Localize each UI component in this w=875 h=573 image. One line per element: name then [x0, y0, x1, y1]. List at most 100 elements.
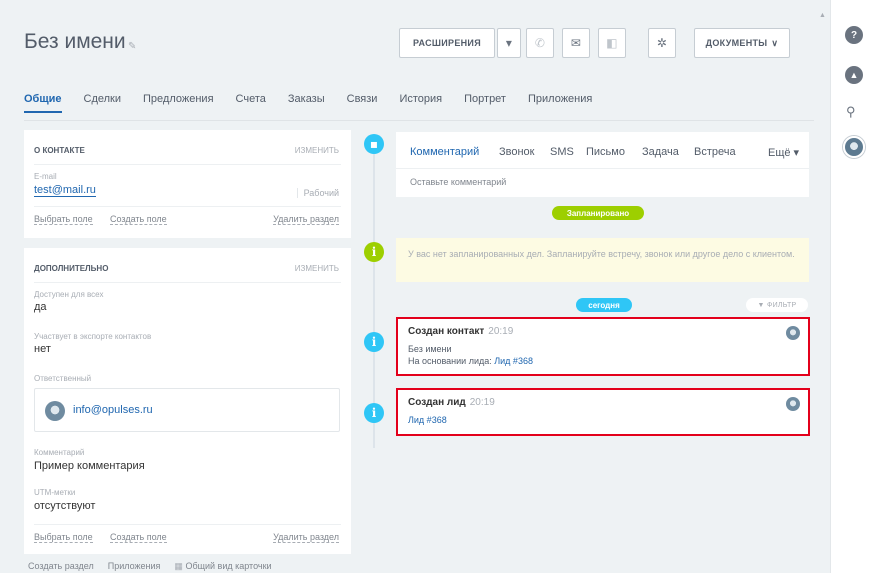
field-value: Пример комментария — [34, 460, 145, 472]
divider — [34, 164, 341, 165]
extensions-button[interactable]: РАСШИРЕНИЯ — [399, 28, 495, 58]
contact-section: О КОНТАКТЕ изменить E-mail test@mail.ru … — [24, 130, 351, 238]
comment-bubble-icon: ▪ — [364, 134, 384, 154]
help-icon[interactable]: ? — [845, 26, 863, 44]
field-label: Ответственный — [34, 374, 92, 383]
create-section-link[interactable]: Создать раздел — [28, 561, 94, 572]
divider — [34, 206, 341, 207]
user-avatar[interactable] — [843, 136, 865, 158]
filter-button[interactable]: ▼ ФИЛЬТР — [746, 298, 808, 312]
event-title-text: Создан контакт — [408, 326, 485, 337]
field-label: E-mail — [34, 172, 57, 181]
responsible-email[interactable]: info@opulses.ru — [73, 404, 153, 416]
edit-section-link[interactable]: изменить — [295, 264, 339, 273]
user-avatar[interactable] — [786, 397, 800, 411]
main-tabs: Общие Сделки Предложения Счета Заказы Св… — [24, 93, 614, 113]
user-avatar — [45, 401, 65, 421]
empty-planned-note: У вас нет запланированных дел. Запланиру… — [396, 238, 809, 282]
page-title[interactable]: Без имени — [24, 30, 126, 54]
tab-history[interactable]: История — [399, 93, 442, 113]
responsible-user[interactable]: info@opulses.ru — [34, 388, 340, 432]
field-value: отсутствуют — [34, 500, 96, 512]
field-label: Участвует в экспорте контактов — [34, 332, 152, 341]
section-heading: О КОНТАКТЕ — [34, 146, 85, 155]
call-button[interactable]: ✆ — [526, 28, 554, 58]
composer-tab-sms[interactable]: SMS — [550, 146, 574, 158]
tab-portrait[interactable]: Портрет — [464, 93, 506, 113]
settings-button[interactable]: ✲ — [648, 28, 676, 58]
crm-card: Без имени ✎ РАСШИРЕНИЯ ▾ ✆ ✉ ◧ ✲ ДОКУМЕН… — [6, 8, 816, 573]
extensions-label: РАСШИРЕНИЯ — [413, 38, 481, 48]
chevron-down-icon: ∨ — [771, 37, 779, 48]
planned-pill: Запланировано — [552, 206, 644, 220]
event-title-text: Создан лид — [408, 397, 466, 408]
event-title: Создан лид 20:19 — [408, 397, 495, 408]
bell-icon[interactable]: ▲ — [845, 66, 863, 84]
scroll-up-arrow[interactable]: ▲ — [819, 12, 826, 19]
card-view-icon: ▦ — [174, 561, 186, 571]
event-line: Без имени — [408, 344, 452, 354]
timeline-event-lead-created: Создан лид 20:19 Лид #368 — [396, 388, 810, 436]
info-icon: i — [364, 332, 384, 352]
field-label: Доступен для всех — [34, 290, 104, 299]
event-source-label: На основании лида: — [408, 356, 492, 366]
select-field-link[interactable]: Выбрать поле — [34, 532, 93, 543]
field-label: Комментарий — [34, 448, 85, 457]
event-time: 20:19 — [488, 326, 514, 337]
lead-link[interactable]: Лид #368 — [494, 356, 533, 366]
composer-tab-email[interactable]: Письмо — [586, 146, 625, 158]
extensions-dropdown-button[interactable]: ▾ — [497, 28, 521, 58]
info-icon: i — [364, 242, 384, 262]
composer-tab-comment[interactable]: Комментарий — [410, 146, 479, 158]
composer-tab-call[interactable]: Звонок — [499, 146, 535, 158]
event-line: Лид #368 — [408, 415, 447, 425]
field-value: да — [34, 301, 47, 313]
user-avatar[interactable] — [786, 326, 800, 340]
event-line: На основании лида: Лид #368 — [408, 356, 533, 366]
composer-more-menu[interactable]: Ещё ▾ — [768, 146, 799, 159]
tab-orders[interactable]: Заказы — [288, 93, 325, 113]
activity-composer: Комментарий Звонок SMS Письмо Задача Вст… — [396, 132, 809, 197]
comment-input[interactable]: Оставьте комментарий — [410, 177, 506, 187]
divider — [34, 282, 341, 283]
card-footer: Создать раздел Приложения ▦ Общий вид ка… — [28, 561, 272, 572]
search-icon[interactable]: ⚲ — [846, 104, 856, 120]
delete-section-link[interactable]: Удалить раздел — [273, 532, 339, 543]
chevron-down-icon: ▾ — [505, 36, 513, 50]
tab-apps[interactable]: Приложения — [528, 93, 592, 113]
composer-tab-task[interactable]: Задача — [642, 146, 679, 158]
documents-button[interactable]: ДОКУМЕНТЫ ∨ — [694, 28, 790, 58]
phone-icon: ✆ — [534, 36, 546, 50]
gear-icon: ✲ — [656, 36, 668, 50]
create-field-link[interactable]: Создать поле — [110, 532, 167, 543]
delete-section-link[interactable]: Удалить раздел — [273, 214, 339, 225]
right-rail: ? ▲ ⚲ — [830, 0, 875, 573]
create-field-link[interactable]: Создать поле — [110, 214, 167, 225]
field-value: нет — [34, 343, 51, 355]
composer-tab-meeting[interactable]: Встреча — [694, 146, 736, 158]
timeline-event-contact-created: Создан контакт 20:19 Без имени На основан… — [396, 317, 810, 376]
tab-quotes[interactable]: Предложения — [143, 93, 214, 113]
info-icon: i — [364, 403, 384, 423]
divider — [34, 524, 341, 525]
chat-icon: ◧ — [606, 36, 618, 50]
general-view-link[interactable]: ▦ Общий вид карточки — [174, 561, 271, 572]
tab-deals[interactable]: Сделки — [84, 93, 122, 113]
timeline-line — [373, 138, 375, 448]
tab-invoices[interactable]: Счета — [236, 93, 266, 113]
email-link[interactable]: test@mail.ru — [34, 184, 96, 197]
field-label: UTM-метки — [34, 488, 76, 497]
edit-section-link[interactable]: изменить — [295, 146, 339, 155]
pencil-icon[interactable]: ✎ — [128, 41, 136, 52]
email-button[interactable]: ✉ — [562, 28, 590, 58]
general-view-label: Общий вид карточки — [185, 561, 272, 571]
tab-relations[interactable]: Связи — [347, 93, 378, 113]
today-pill: сегодня — [576, 298, 632, 312]
tab-general[interactable]: Общие — [24, 93, 62, 113]
additional-section: ДОПОЛНИТЕЛЬНО изменить Доступен для всех… — [24, 248, 351, 554]
chat-button[interactable]: ◧ — [598, 28, 626, 58]
apps-link[interactable]: Приложения — [108, 561, 161, 572]
select-field-link[interactable]: Выбрать поле — [34, 214, 93, 225]
lead-link[interactable]: Лид #368 — [408, 415, 447, 425]
section-heading: ДОПОЛНИТЕЛЬНО — [34, 264, 109, 273]
